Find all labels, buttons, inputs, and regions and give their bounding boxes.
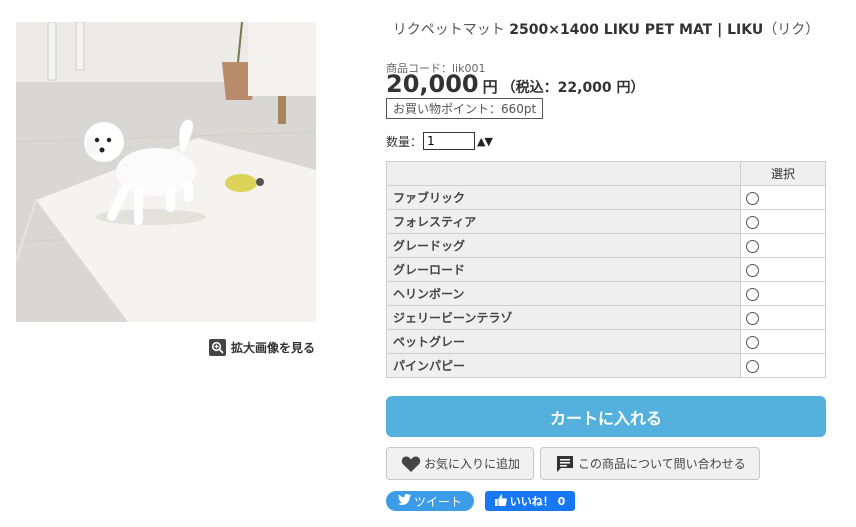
variation-radio[interactable] (746, 311, 759, 325)
table-row: ジェリービーンテラゾ (386, 305, 826, 330)
variation-name: フォレスティア (386, 209, 741, 234)
facebook-like-button[interactable]: いいね！ 0 (485, 491, 575, 511)
table-row: グレードッグ (386, 233, 826, 258)
thumbs-up-icon (494, 494, 507, 509)
product-image[interactable] (16, 22, 316, 322)
price-tax-included: （税込：22,000 円） (501, 80, 645, 96)
variation-select-cell (740, 185, 826, 210)
price-value: 20,000 (386, 70, 479, 98)
variation-radio[interactable] (746, 359, 759, 373)
variation-select-cell (740, 281, 826, 306)
table-row: ファブリック (386, 185, 826, 210)
table-row: フォレスティア (386, 209, 826, 234)
variation-table: 選択 ファブリック フォレスティア グレードッグ グレーロード ヘリンボーン ジ… (386, 161, 826, 378)
table-row: ペットグレー (386, 329, 826, 354)
add-to-favorites-label: お気に入りに追加 (424, 457, 521, 471)
quantity-input[interactable] (423, 132, 476, 150)
variation-header-empty (386, 161, 741, 186)
zoom-image-link[interactable]: 拡大画像を見る (209, 338, 315, 356)
variation-name: ペットグレー (386, 329, 741, 354)
variation-name: ファブリック (386, 185, 741, 210)
product-inquiry-button[interactable]: この商品について問い合わせる (540, 447, 760, 480)
facebook-like-label: いいね！ 0 (509, 495, 566, 508)
quantity-label: 数量： (386, 134, 423, 149)
variation-name: ジェリービーンテラゾ (386, 305, 741, 330)
add-to-favorites-button[interactable]: お気に入りに追加 (386, 447, 534, 480)
add-to-cart-button[interactable]: カートに入れる (386, 396, 826, 437)
table-row: パインパピー (386, 353, 826, 378)
table-row: グレーロード (386, 257, 826, 282)
variation-radio[interactable] (746, 239, 759, 253)
product-title-suffix: （リク） (763, 22, 820, 38)
product-inquiry-label: この商品について問い合わせる (578, 457, 746, 471)
variation-select-cell (740, 257, 826, 282)
product-photo-illustration (16, 22, 316, 322)
variation-radio[interactable] (746, 335, 759, 349)
table-row: ヘリンボーン (386, 281, 826, 306)
quantity-row: 数量： ▲▼ (386, 132, 493, 150)
variation-select-cell (740, 233, 826, 258)
variation-radio[interactable] (746, 215, 759, 229)
twitter-bird-icon (397, 494, 411, 508)
variation-name: ヘリンボーン (386, 281, 741, 306)
variation-header-select: 選択 (740, 161, 826, 186)
zoom-image-label: 拡大画像を見る (231, 340, 316, 355)
variation-name: グレーロード (386, 257, 741, 282)
variation-select-cell (740, 209, 826, 234)
tweet-label: ツイート (413, 494, 462, 509)
variation-name: パインパピー (386, 353, 741, 378)
product-title-bold: 2500×1400 LIKU PET MAT | LIKU (509, 22, 764, 38)
variation-select-cell (740, 329, 826, 354)
product-title-plain: リクペットマット (392, 22, 505, 38)
price-row: 20,000 円（税込：22,000 円） (386, 70, 645, 98)
quantity-stepper[interactable]: ▲▼ (477, 135, 493, 148)
variation-radio[interactable] (746, 191, 759, 205)
variation-select-cell (740, 305, 826, 330)
heart-icon (401, 455, 421, 473)
variation-table-header: 選択 (386, 161, 826, 186)
add-to-cart-label: カートに入れる (549, 408, 662, 428)
variation-select-cell (740, 353, 826, 378)
tweet-button[interactable]: ツイート (386, 491, 474, 511)
points-badge: お買い物ポイント：660pt (386, 98, 544, 119)
chat-icon (555, 454, 575, 474)
product-title: リクペットマット 2500×1400 LIKU PET MAT | LIKU（リ… (386, 19, 826, 39)
variation-radio[interactable] (746, 287, 759, 301)
price-unit: 円 (482, 78, 498, 96)
zoom-icon (209, 338, 226, 356)
variation-name: グレードッグ (386, 233, 741, 258)
variation-radio[interactable] (746, 263, 759, 277)
